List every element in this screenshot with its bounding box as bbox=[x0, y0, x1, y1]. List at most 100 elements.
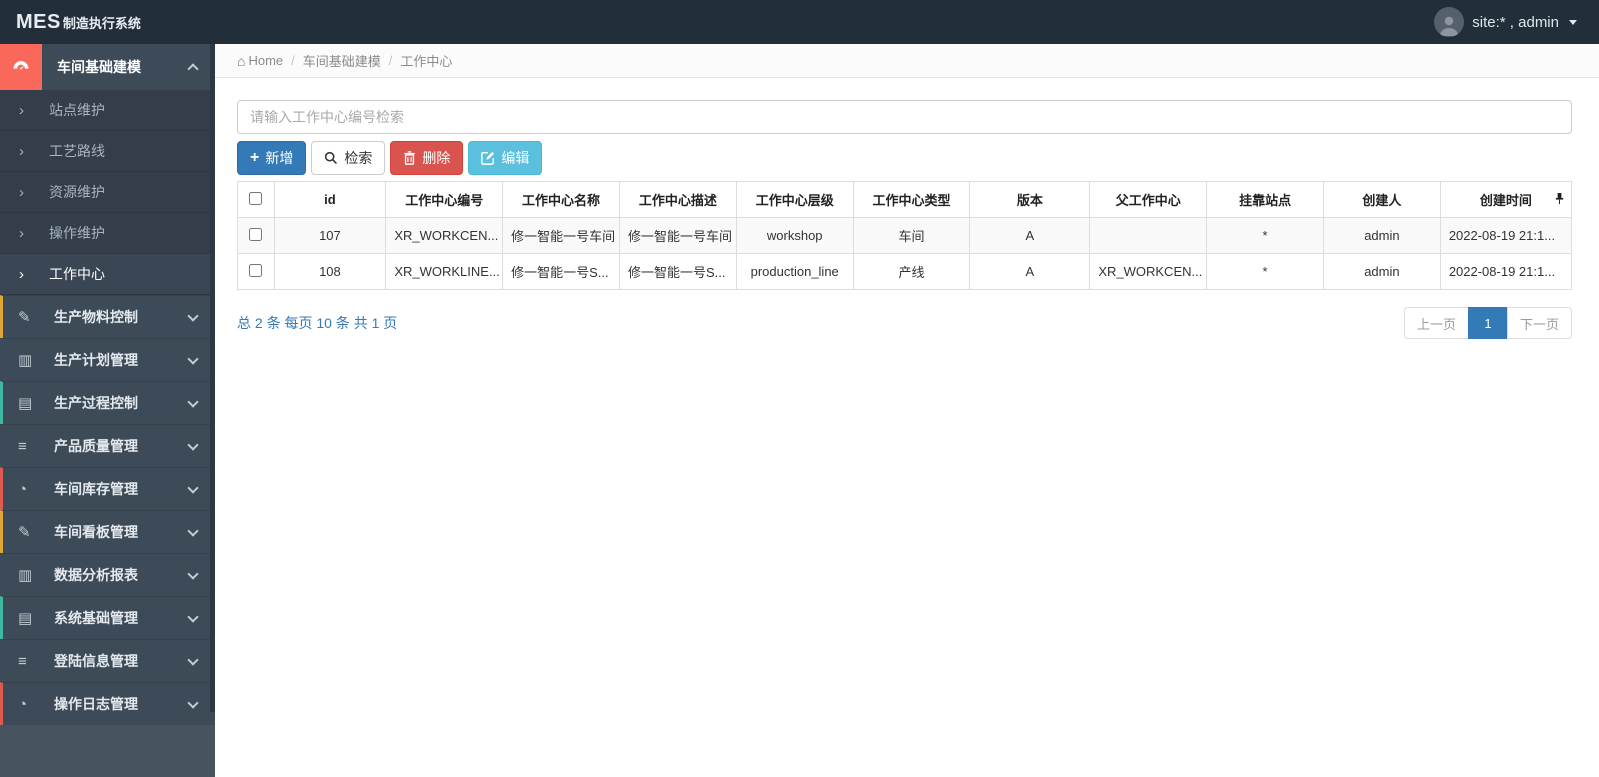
add-button[interactable]: + 新增 bbox=[237, 141, 307, 175]
sidebar-item-operation-log[interactable]: ◔ 操作日志管理 bbox=[0, 682, 215, 725]
cell-site: * bbox=[1206, 217, 1324, 254]
page-1-button[interactable]: 1 bbox=[1467, 307, 1508, 339]
sidebar-item-label: 产品质量管理 bbox=[54, 438, 138, 454]
main-area: ⌂ Home / 车间基础建模 / 工作中心 + 新增 检索 bbox=[215, 44, 1599, 777]
sidebar-item-production-material[interactable]: ✎ 生产物料控制 bbox=[0, 295, 215, 338]
caret-down-icon bbox=[1569, 19, 1577, 25]
sidebar-item-label: 登陆信息管理 bbox=[54, 653, 138, 669]
breadcrumb: ⌂ Home / 车间基础建模 / 工作中心 bbox=[215, 44, 1599, 78]
sidebar-item-production-process[interactable]: ▤ 生产过程控制 bbox=[0, 381, 215, 424]
column-header-description: 工作中心描述 bbox=[618, 181, 737, 218]
sidebar-item-label: 车间看板管理 bbox=[54, 524, 138, 540]
column-header-type: 工作中心类型 bbox=[852, 181, 971, 218]
chevron-right-icon: › bbox=[19, 224, 24, 242]
column-header-version: 版本 bbox=[969, 181, 1091, 218]
sidebar-group-workshop-modeling[interactable]: 车间基础建模 bbox=[0, 44, 215, 90]
chevron-down-icon bbox=[187, 525, 199, 537]
table-row: 107 XR_WORKCEN... 修一智能一号车间 修一智能一号车间 work… bbox=[237, 217, 1573, 254]
column-header-creator: 创建人 bbox=[1322, 181, 1441, 218]
sidebar: 车间基础建模 › 站点维护 › 工艺路线 › 资源维护 › 操作维护 › 工作中… bbox=[0, 44, 215, 777]
prev-page-button[interactable]: 上一页 bbox=[1403, 307, 1469, 339]
breadcrumb-separator: / bbox=[291, 53, 295, 68]
cell-creator: admin bbox=[1322, 217, 1441, 254]
sidebar-scrollbar[interactable] bbox=[210, 44, 215, 712]
sidebar-item-operation-maintenance[interactable]: › 操作维护 bbox=[0, 213, 215, 254]
delete-button[interactable]: 删除 bbox=[390, 141, 464, 175]
cell-type: 产线 bbox=[852, 253, 971, 290]
search-button[interactable]: 检索 bbox=[311, 141, 386, 175]
cell-code: XR_WORKLINE... bbox=[385, 253, 504, 290]
user-avatar bbox=[1434, 7, 1465, 37]
pin-icon[interactable] bbox=[1555, 192, 1564, 207]
cell-level: production_line bbox=[735, 253, 854, 290]
cell-site: * bbox=[1206, 253, 1324, 290]
pencil-icon: ✎ bbox=[18, 524, 31, 541]
select-all-checkbox[interactable] bbox=[249, 191, 263, 205]
cell-version: A bbox=[969, 217, 1091, 254]
gauge-icon bbox=[0, 44, 42, 90]
column-header-name: 工作中心名称 bbox=[502, 181, 620, 218]
cell-parent: XR_WORKCEN... bbox=[1089, 253, 1208, 290]
list-icon: ≡ bbox=[18, 437, 27, 455]
cell-description: 修一智能一号S... bbox=[618, 253, 737, 290]
chevron-down-icon bbox=[187, 482, 199, 494]
chevron-down-icon bbox=[187, 396, 199, 408]
sidebar-item-label: 生产计划管理 bbox=[54, 352, 138, 368]
sidebar-item-label: 操作日志管理 bbox=[54, 696, 138, 712]
content: + 新增 检索 bbox=[215, 78, 1599, 339]
sidebar-item-workshop-inventory[interactable]: ◔ 车间库存管理 bbox=[0, 467, 215, 510]
app-logo-subtitle: 制造执行系统 bbox=[62, 15, 141, 31]
sidebar-item-process-route[interactable]: › 工艺路线 bbox=[0, 131, 215, 172]
search-icon bbox=[324, 151, 338, 165]
book-icon: ▤ bbox=[18, 610, 33, 627]
breadcrumb-section-link[interactable]: 车间基础建模 bbox=[303, 51, 381, 70]
cell-id: 108 bbox=[273, 253, 387, 290]
sidebar-item-workshop-kanban[interactable]: ✎ 车间看板管理 bbox=[0, 510, 215, 553]
sidebar-item-product-quality[interactable]: ≡ 产品质量管理 bbox=[0, 424, 215, 467]
sidebar-item-production-plan[interactable]: ▥ 生产计划管理 bbox=[0, 338, 215, 381]
breadcrumb-current: 工作中心 bbox=[400, 54, 453, 69]
chevron-right-icon: › bbox=[19, 142, 24, 160]
row-select-cell bbox=[237, 253, 275, 290]
columns-icon: ▥ bbox=[18, 567, 33, 584]
sidebar-item-system-basic[interactable]: ▤ 系统基础管理 bbox=[0, 596, 215, 639]
cell-creator: admin bbox=[1322, 253, 1441, 290]
next-page-button[interactable]: 下一页 bbox=[1506, 307, 1572, 339]
chevron-down-icon bbox=[187, 353, 199, 365]
sidebar-item-resource-maintenance[interactable]: › 资源维护 bbox=[0, 172, 215, 213]
row-checkbox[interactable] bbox=[249, 263, 263, 277]
sidebar-item-label: 操作维护 bbox=[49, 225, 105, 241]
chevron-down-icon bbox=[187, 611, 199, 623]
sidebar-item-label: 生产物料控制 bbox=[54, 309, 138, 325]
cell-type: 车间 bbox=[852, 217, 971, 254]
edit-button[interactable]: 编辑 bbox=[468, 141, 543, 175]
row-checkbox[interactable] bbox=[249, 227, 263, 241]
cell-create-time: 2022-08-19 21:1... bbox=[1439, 253, 1573, 290]
user-name: site:* , admin bbox=[1472, 13, 1559, 31]
pagination: 上一页 1 下一页 bbox=[1403, 307, 1572, 339]
sidebar-item-label: 车间库存管理 bbox=[54, 481, 138, 497]
gauge-icon: ◔ bbox=[18, 695, 28, 713]
edit-icon bbox=[481, 151, 495, 165]
list-icon: ≡ bbox=[18, 652, 27, 670]
sidebar-item-label: 数据分析报表 bbox=[54, 567, 138, 583]
column-header-id: id bbox=[273, 181, 387, 218]
sidebar-item-data-analysis[interactable]: ▥ 数据分析报表 bbox=[0, 553, 215, 596]
toolbar: + 新增 检索 删除 编辑 bbox=[237, 141, 1572, 175]
sidebar-item-work-center[interactable]: › 工作中心 bbox=[0, 254, 215, 295]
column-header-create-time: 创建时间 bbox=[1439, 181, 1573, 218]
sidebar-item-label: 工作中心 bbox=[49, 266, 105, 282]
user-menu[interactable]: site:* , admin bbox=[1434, 7, 1599, 37]
search-input[interactable] bbox=[237, 100, 1572, 134]
column-header-code: 工作中心编号 bbox=[385, 181, 504, 218]
cell-parent bbox=[1089, 217, 1208, 254]
app-logo-bold: MES bbox=[16, 10, 61, 33]
sidebar-item-label: 系统基础管理 bbox=[54, 610, 138, 626]
sidebar-item-login-info[interactable]: ≡ 登陆信息管理 bbox=[0, 639, 215, 682]
breadcrumb-home-link[interactable]: Home bbox=[248, 53, 283, 68]
sidebar-item-label: 生产过程控制 bbox=[54, 395, 138, 411]
pencil-icon: ✎ bbox=[18, 309, 31, 326]
sidebar-item-site-maintenance[interactable]: › 站点维护 bbox=[0, 90, 215, 131]
columns-icon: ▥ bbox=[18, 352, 33, 369]
app-logo: MES 制造执行系统 bbox=[0, 11, 141, 34]
